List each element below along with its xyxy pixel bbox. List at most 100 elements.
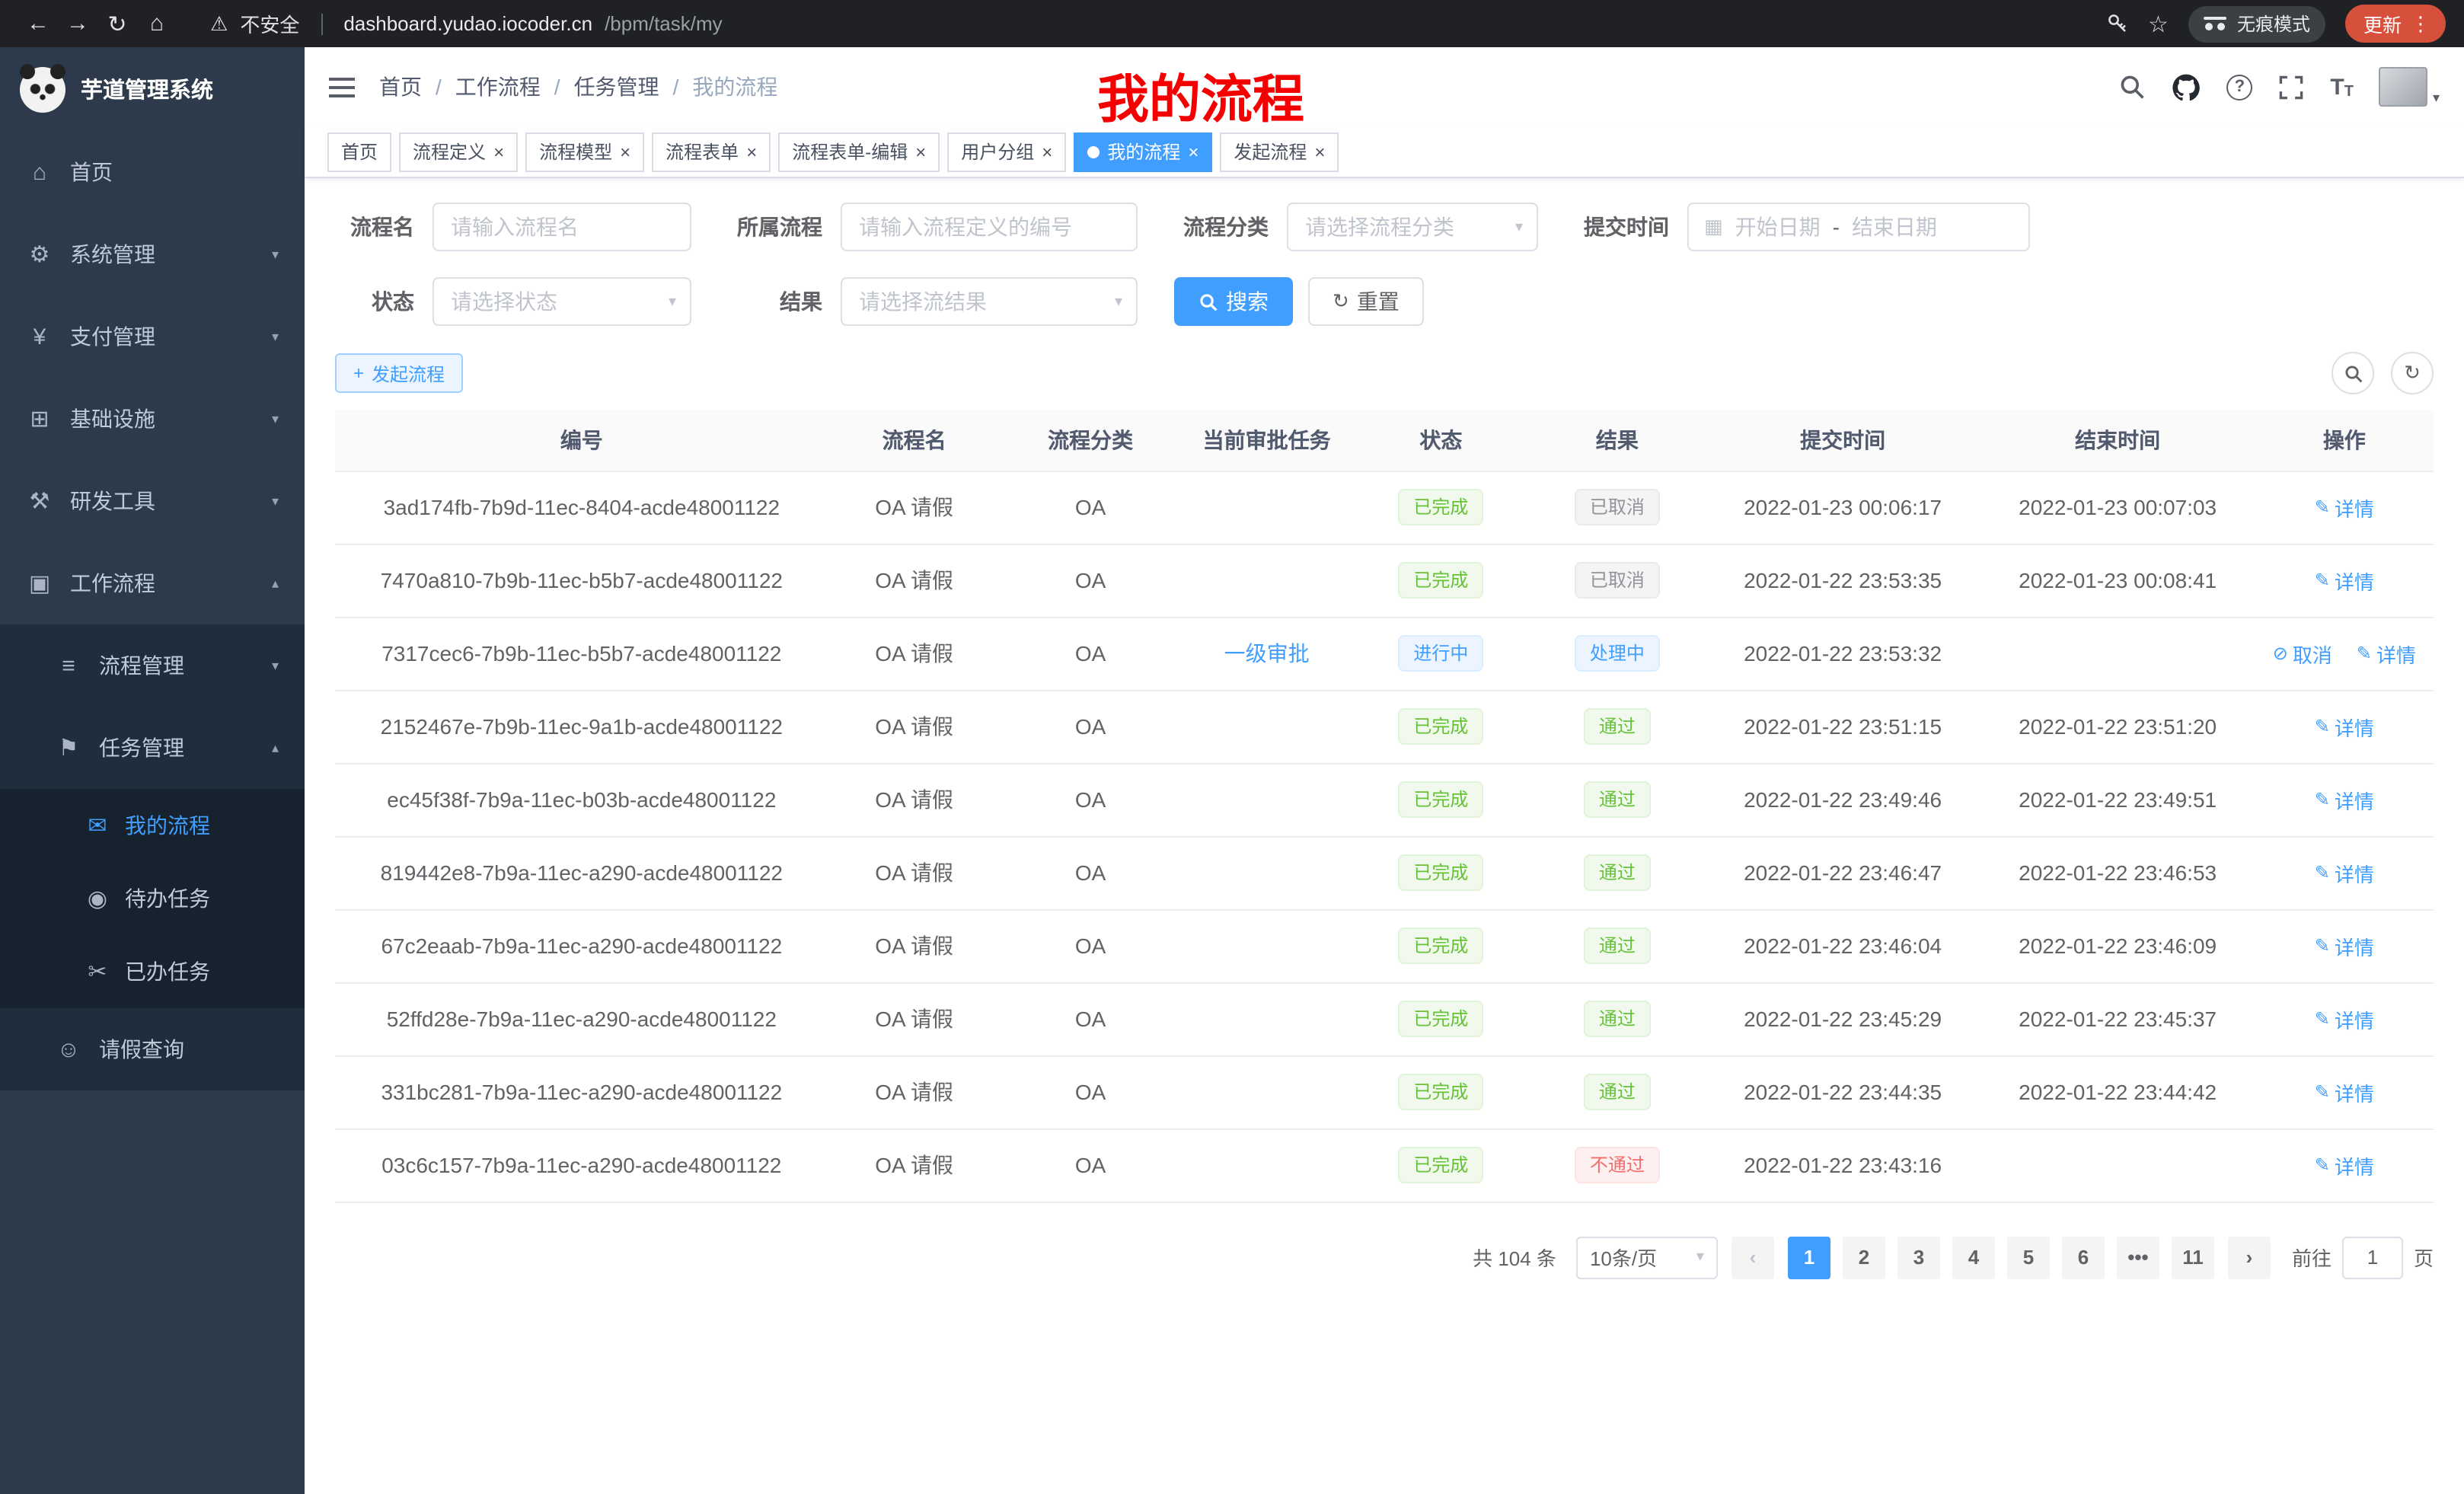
submit-time-range-picker[interactable]: ▦ 开始日期 - 结束日期 — [1687, 203, 2030, 251]
cell-status: 已完成 — [1353, 690, 1530, 763]
sidebar-item-payment[interactable]: ¥ 支付管理 ▾ — [0, 295, 305, 378]
result-badge: 通过 — [1584, 708, 1651, 745]
incognito-badge: 无痕模式 — [2188, 5, 2325, 42]
browser-reload-icon[interactable]: ↻ — [97, 10, 137, 37]
browser-back-icon[interactable]: ← — [18, 11, 58, 37]
password-key-icon[interactable] — [2105, 12, 2128, 35]
page-number-button[interactable]: 2 — [1843, 1236, 1885, 1279]
help-icon[interactable]: ? — [2226, 74, 2252, 100]
tab[interactable]: 首页 — [327, 132, 391, 171]
tab-close-icon[interactable]: × — [1188, 142, 1198, 161]
security-label[interactable]: 不安全 — [240, 9, 299, 38]
detail-action[interactable]: ✎ 详情 — [2357, 639, 2416, 668]
tab[interactable]: 流程表单-编辑 × — [778, 132, 940, 171]
sidebar-fold-icon[interactable] — [329, 77, 355, 97]
status-select[interactable]: 请选择状态 ▾ — [432, 277, 691, 326]
detail-action[interactable]: ✎ 详情 — [2315, 931, 2374, 960]
sidebar-item-label: 任务管理 — [99, 733, 255, 763]
tab[interactable]: 发起流程 × — [1220, 132, 1339, 171]
sidebar-item-devtools[interactable]: ⚒ 研发工具 ▾ — [0, 460, 305, 542]
chevron-down-icon: ▾ — [272, 657, 279, 674]
tab-close-icon[interactable]: × — [1042, 142, 1052, 161]
sidebar-item-system[interactable]: ⚙ 系统管理 ▾ — [0, 213, 305, 295]
detail-action[interactable]: ✎ 详情 — [2315, 1004, 2374, 1033]
chevron-down-icon: ▾ — [272, 246, 279, 263]
breadcrumb-task-management[interactable]: 任务管理 — [574, 72, 659, 102]
page-number-button[interactable]: ••• — [2117, 1236, 2159, 1279]
cell-current-task — [1181, 1055, 1353, 1128]
sidebar-item-leave-query[interactable]: ☺ 请假查询 — [0, 1008, 305, 1090]
result-select[interactable]: 请选择流结果 ▾ — [841, 277, 1138, 326]
start-process-button[interactable]: + 发起流程 — [335, 353, 463, 393]
reset-button[interactable]: ↻ 重置 — [1308, 277, 1424, 326]
reset-button-label: 重置 — [1357, 286, 1400, 317]
process-name-input[interactable] — [432, 203, 691, 251]
sidebar-item-process-management[interactable]: ≡ 流程管理 ▾ — [0, 624, 305, 707]
cell-process-name: OA 请假 — [828, 909, 1001, 982]
cell-category: OA — [1001, 836, 1181, 909]
goto-page-input[interactable] — [2342, 1236, 2403, 1279]
process-category-select[interactable]: 请选择流程分类 ▾ — [1287, 203, 1538, 251]
detail-action[interactable]: ✎ 详情 — [2315, 785, 2374, 814]
tab[interactable]: 流程表单 × — [652, 132, 771, 171]
tab-close-icon[interactable]: × — [620, 142, 630, 161]
table-row: 331bc281-7b9a-11ec-a290-acde48001122 OA … — [335, 1055, 2434, 1128]
user-avatar[interactable]: ▾ — [2379, 67, 2440, 107]
process-definition-input[interactable] — [841, 203, 1138, 251]
tab[interactable]: 我的流程 × — [1074, 132, 1212, 171]
browser-home-icon[interactable]: ⌂ — [137, 11, 177, 37]
page-number-button[interactable]: 1 — [1788, 1236, 1830, 1279]
cell-current-task — [1181, 909, 1353, 982]
detail-action[interactable]: ✎ 详情 — [2315, 493, 2374, 522]
sidebar-item-workflow[interactable]: ▣ 工作流程 ▴ — [0, 542, 305, 624]
detail-action[interactable]: ✎ 详情 — [2315, 1077, 2374, 1106]
browser-update-button[interactable]: 更新 ⋮ — [2345, 5, 2446, 43]
search-button[interactable]: 搜索 — [1174, 277, 1293, 326]
toggle-search-button[interactable] — [2332, 352, 2374, 394]
sidebar-item-task-management[interactable]: ⚑ 任务管理 ▴ — [0, 707, 305, 789]
font-size-icon[interactable]: TT — [2330, 74, 2354, 100]
next-page-button[interactable]: › — [2228, 1236, 2271, 1279]
refresh-table-button[interactable]: ↻ — [2391, 352, 2434, 394]
detail-label: 详情 — [2335, 712, 2374, 741]
page-number-button[interactable]: 5 — [2007, 1236, 2050, 1279]
cancel-action[interactable]: ⊘ 取消 — [2273, 639, 2332, 668]
tab-close-icon[interactable]: × — [493, 142, 504, 161]
sidebar-item-home[interactable]: ⌂ 首页 — [0, 131, 305, 213]
fullscreen-icon[interactable] — [2278, 74, 2304, 100]
page-number-button[interactable]: 6 — [2062, 1236, 2105, 1279]
detail-action[interactable]: ✎ 详情 — [2315, 1151, 2374, 1180]
bookmark-star-icon[interactable]: ☆ — [2148, 10, 2169, 37]
page-size-select[interactable]: 10条/页 ▾ — [1576, 1236, 1718, 1279]
detail-action[interactable]: ✎ 详情 — [2315, 566, 2374, 595]
filter-row-2: 状态 请选择状态 ▾ 结果 请选择流结果 ▾ 搜索 ↻ — [335, 277, 2434, 326]
detail-action[interactable]: ✎ 详情 — [2315, 858, 2374, 887]
page-number-button[interactable]: 3 — [1897, 1236, 1940, 1279]
page-number-button[interactable]: 4 — [1952, 1236, 1995, 1279]
tab-close-icon[interactable]: × — [1314, 142, 1325, 161]
tab[interactable]: 流程定义 × — [399, 132, 518, 171]
edit-icon: ✎ — [2315, 716, 2330, 737]
sidebar-item-todo-tasks[interactable]: ◉ 待办任务 — [0, 862, 305, 935]
detail-action[interactable]: ✎ 详情 — [2315, 712, 2374, 741]
search-button-label: 搜索 — [1226, 286, 1269, 317]
current-task-link[interactable]: 一级审批 — [1224, 641, 1310, 666]
search-icon[interactable] — [2118, 73, 2146, 101]
list-icon: ≡ — [55, 653, 82, 678]
tab[interactable]: 流程模型 × — [525, 132, 644, 171]
cell-id: 67c2eaab-7b9a-11ec-a290-acde48001122 — [335, 909, 828, 982]
page-number-button[interactable]: 11 — [2172, 1236, 2214, 1279]
prev-page-button[interactable]: ‹ — [1732, 1236, 1774, 1279]
tab-close-icon[interactable]: × — [915, 142, 926, 161]
url-bar[interactable]: ⚠ 不安全 dashboard.yudao.iocoder.cn/bpm/tas… — [210, 9, 723, 38]
sidebar-item-done-tasks[interactable]: ✂ 已办任务 — [0, 935, 305, 1008]
sidebar-item-infrastructure[interactable]: ⊞ 基础设施 ▾ — [0, 378, 305, 460]
browser-forward-icon[interactable]: → — [58, 11, 97, 37]
github-icon[interactable] — [2172, 72, 2201, 101]
tab[interactable]: 用户分组 × — [947, 132, 1066, 171]
sidebar-item-my-process[interactable]: ✉ 我的流程 — [0, 789, 305, 862]
breadcrumb-workflow[interactable]: 工作流程 — [455, 72, 541, 102]
browser-menu-icon[interactable]: ⋮ — [2411, 11, 2430, 36]
tab-close-icon[interactable]: × — [746, 142, 757, 161]
breadcrumb-home[interactable]: 首页 — [379, 72, 422, 102]
